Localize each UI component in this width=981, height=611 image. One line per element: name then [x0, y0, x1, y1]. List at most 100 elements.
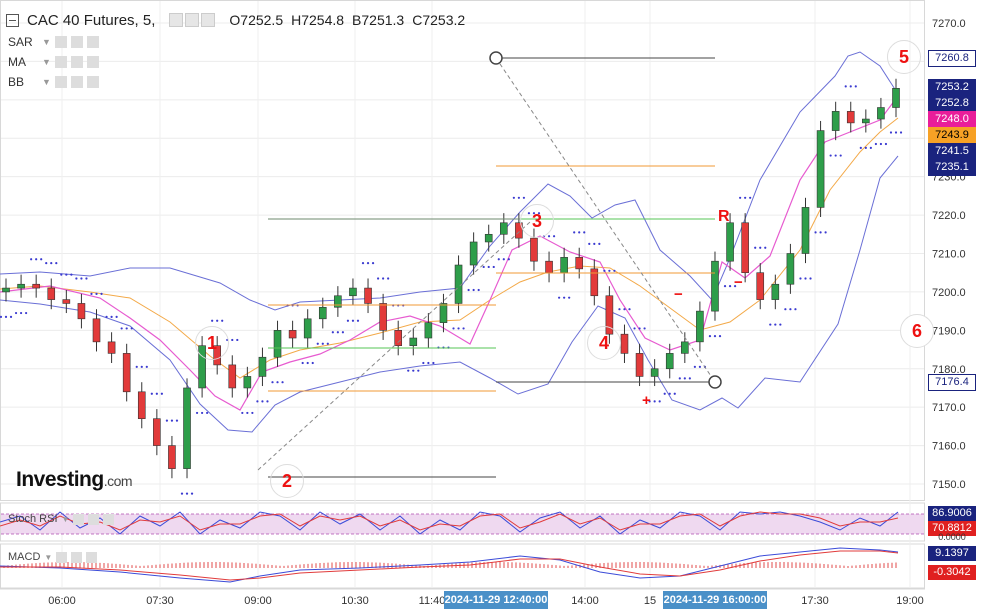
- gear-icon[interactable]: [185, 13, 200, 27]
- candle-body: [816, 130, 825, 208]
- y-tick-label: 7200.0: [932, 287, 966, 299]
- gear-icon[interactable]: [88, 513, 100, 525]
- sar-dot: [145, 365, 148, 368]
- drag-handle-bottom[interactable]: [708, 375, 722, 389]
- sar-dot: [844, 85, 847, 88]
- sar-dot: [552, 235, 556, 238]
- ohlc-high: H7254.8: [291, 12, 345, 28]
- dropdown-icon[interactable]: ▼: [44, 553, 52, 562]
- sar-dot: [120, 327, 123, 330]
- sar-dot: [361, 262, 365, 265]
- sar-dot: [492, 265, 495, 269]
- sar-dot: [658, 400, 661, 403]
- price-tag: 7243.9: [928, 127, 976, 144]
- sar-dot: [884, 142, 888, 146]
- sar-dot: [799, 277, 802, 280]
- macd-panel-frame: [0, 543, 925, 589]
- sar-dot: [824, 231, 827, 234]
- stoch-value-zero: 0.0000: [938, 533, 966, 542]
- sar-dot: [769, 323, 772, 326]
- drag-handle-top[interactable]: [489, 51, 503, 65]
- sar-dot: [170, 419, 174, 422]
- crosshair-time-label-2: 2024-11-29 16:00:00: [663, 591, 767, 609]
- sar-dot: [180, 492, 184, 495]
- sar-dot: [271, 381, 274, 384]
- sar-dot: [693, 365, 696, 368]
- close-icon[interactable]: [103, 513, 115, 525]
- annotation-4: 4: [587, 326, 621, 360]
- x-tick-label: 14:00: [571, 595, 599, 607]
- y-tick-label: 7270.0: [932, 18, 966, 30]
- indicator-row-bb[interactable]: BB ▼: [8, 72, 99, 92]
- indicator-row-ma[interactable]: MA ▼: [8, 52, 99, 72]
- eye-icon[interactable]: [56, 551, 68, 563]
- dropdown-icon[interactable]: ▼: [62, 515, 70, 524]
- eye-icon[interactable]: [54, 76, 67, 88]
- candle-body: [153, 418, 161, 446]
- dropdown-icon[interactable]: ▼: [42, 32, 51, 52]
- sar-dot: [155, 392, 158, 395]
- candle-body: [846, 111, 855, 124]
- sar-dot: [839, 154, 842, 157]
- sar-dot: [382, 277, 385, 280]
- eye-icon[interactable]: [73, 513, 85, 525]
- sar-dot: [472, 288, 475, 292]
- close-icon[interactable]: [86, 56, 99, 68]
- candle-body: [364, 287, 372, 304]
- sar-dot: [321, 342, 324, 345]
- header-controls[interactable]: [169, 13, 216, 27]
- y-tick-label: 7150.0: [932, 479, 966, 491]
- candle-body: [107, 341, 116, 354]
- collapse-toggle[interactable]: [6, 13, 19, 27]
- eye-icon[interactable]: [54, 36, 67, 48]
- x-tick-label: 06:00: [48, 595, 76, 607]
- candle-body: [394, 330, 403, 347]
- sar-dot: [854, 85, 857, 88]
- sar-dot: [35, 258, 38, 261]
- sar-dot: [713, 334, 717, 338]
- dropdown-icon[interactable]: ▼: [42, 52, 51, 72]
- sar-dot: [115, 315, 118, 318]
- gear-icon[interactable]: [70, 36, 83, 48]
- brand-name: Investing: [16, 468, 104, 491]
- candle-body: [228, 364, 237, 389]
- candle-body: [288, 330, 297, 339]
- sar-dot: [633, 327, 636, 330]
- candle-body: [741, 222, 749, 274]
- eye-icon[interactable]: [54, 56, 67, 68]
- y-tick-label: 7210.0: [932, 249, 966, 261]
- sar-dot: [809, 277, 812, 280]
- annotation-5: 5: [887, 40, 921, 74]
- sar-dot: [568, 296, 571, 299]
- close-icon[interactable]: [86, 36, 99, 48]
- close-icon[interactable]: [86, 76, 99, 88]
- eye-icon[interactable]: [169, 13, 184, 27]
- sar-dot: [708, 334, 712, 338]
- sar-dot: [573, 231, 576, 234]
- sar-dot: [140, 365, 143, 368]
- dropdown-icon[interactable]: ▼: [42, 72, 51, 92]
- close-icon[interactable]: [86, 551, 98, 563]
- candle-body: [32, 283, 40, 289]
- sar-dot: [789, 308, 792, 311]
- gear-icon[interactable]: [70, 56, 83, 68]
- sar-dot: [306, 361, 309, 365]
- candle-body: [696, 310, 704, 343]
- sar-dot: [744, 196, 747, 199]
- sar-dot: [728, 285, 732, 288]
- indicator-row-sar[interactable]: SAR ▼: [8, 32, 99, 52]
- sar-dot: [351, 319, 355, 322]
- candle-body: [575, 257, 584, 270]
- x-tick-label: 07:30: [146, 595, 174, 607]
- sar-dot: [371, 262, 375, 265]
- candle-body: [711, 260, 719, 312]
- price-tag: 7176.4: [928, 374, 976, 391]
- sar-dot: [889, 131, 893, 134]
- sar-dot: [236, 338, 239, 342]
- sar-dot: [60, 273, 63, 276]
- gear-icon[interactable]: [70, 76, 83, 88]
- sar-dot: [95, 292, 98, 295]
- gear-icon[interactable]: [71, 551, 83, 563]
- sar-dot: [779, 323, 782, 326]
- settings-icon[interactable]: [201, 13, 216, 27]
